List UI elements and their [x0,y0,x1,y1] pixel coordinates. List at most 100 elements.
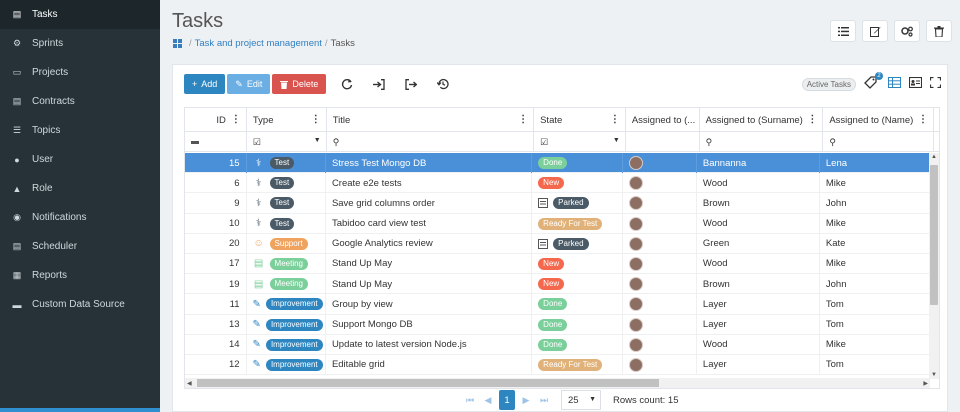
history-button[interactable] [430,74,456,94]
breadcrumb-link[interactable]: Task and project management [195,38,322,49]
cell-name[interactable]: Tom [820,354,930,375]
cell-state[interactable]: Done [532,153,624,173]
active-tasks-filter[interactable]: Active Tasks [801,77,856,91]
scroll-left-icon[interactable]: ◀ [187,380,192,387]
cell-id[interactable]: 19 [185,274,247,295]
cell-id[interactable]: 12 [185,354,247,375]
cell-surname[interactable]: Layer [697,314,820,335]
edit-button[interactable]: ✎ Edit [227,74,271,94]
table-row[interactable]: 14 ✎ Improvement Update to latest version N… [185,334,930,355]
cell-state[interactable]: Done [532,314,624,335]
edit-table-button[interactable] [862,20,888,42]
table-row[interactable]: 11 ✎ Improvement Group by view Done Layer Tom [185,294,930,315]
card-view-button[interactable] [908,76,923,91]
apps-grid-icon[interactable] [173,39,182,48]
sidebar-item-notifications[interactable]: ◉ Notifications [0,203,160,232]
column-menu-icon[interactable]: ⋮ [807,114,817,125]
filter-tags-button[interactable]: 2 [864,72,883,92]
cell-surname[interactable]: Bannanna [697,153,820,173]
column-menu-icon[interactable]: ⋮ [518,114,528,125]
cell-assignee-avatar[interactable] [623,314,697,335]
cell-name[interactable]: John [820,193,930,214]
table-row[interactable]: 19 ▤ Meeting Stand Up May New Brown John [185,274,930,295]
cell-surname[interactable]: Wood [697,334,820,355]
cell-surname[interactable]: Layer [697,294,820,315]
cell-state[interactable]: Parked [532,193,624,214]
cell-state[interactable]: Parked [532,233,624,254]
table-row[interactable]: 13 ✎ Improvement Support Mongo DB Done Layer T… [185,314,930,335]
cell-type[interactable]: ⚕ Test [247,213,326,234]
sidebar-item-projects[interactable]: ▭ Projects [0,58,160,87]
sidebar-item-role[interactable]: ▲ Role [0,174,160,203]
cell-title[interactable]: Stress Test Mongo DB [326,153,533,173]
cell-name[interactable]: Mike [820,213,930,234]
column-header-assigned-surname[interactable]: Assigned to (Surname) ⋮ [700,108,824,132]
add-button[interactable]: + Add [184,74,226,94]
refresh-button[interactable] [334,74,360,94]
filter-id[interactable] [185,132,247,152]
table-row[interactable]: 17 ▤ Meeting Stand Up May New Wood Mike [185,253,930,275]
table-row[interactable]: 20 ☺ Support Google Analytics review Parked G… [185,233,930,254]
cell-title[interactable]: Tabidoo card view test [326,213,533,234]
column-menu-icon[interactable]: ⋮ [610,114,620,125]
sidebar-item-reports[interactable]: ▦ Reports [0,261,160,290]
cell-state[interactable]: Done [532,294,624,315]
cell-title[interactable]: Group by view [326,294,533,315]
column-menu-icon[interactable]: ⋮ [231,114,241,125]
settings-button[interactable] [894,20,920,42]
last-page-icon[interactable]: ⏭ [537,390,551,410]
cell-name[interactable]: John [820,274,930,295]
fullscreen-button[interactable] [929,76,942,91]
column-header-type[interactable]: Type ⋮ [247,108,327,132]
cell-surname[interactable]: Wood [697,253,820,274]
delete-table-button[interactable] [926,20,952,42]
vertical-scrollbar[interactable]: ▲ ▼ [929,153,939,379]
cell-title[interactable]: Google Analytics review [326,233,533,254]
cell-state[interactable]: New [532,253,624,274]
cell-name[interactable]: Kate [820,233,930,254]
cell-id[interactable]: 6 [185,173,247,194]
cell-assignee-avatar[interactable] [623,334,697,355]
cell-type[interactable]: ▤ Meeting [247,274,326,295]
cell-id[interactable]: 13 [185,314,247,335]
cell-assignee-avatar[interactable] [623,193,697,214]
cell-title[interactable]: Save grid columns order [326,193,533,214]
cell-assignee-avatar[interactable] [623,173,697,194]
column-header-assigned-to[interactable]: Assigned to (... [626,108,700,132]
table-row[interactable]: 12 ✎ Improvement Editable grid Ready For Tes… [185,354,930,376]
prev-page-icon[interactable]: ◀ [481,390,495,410]
cell-state[interactable]: Ready For Test [532,354,624,375]
sidebar-item-contracts[interactable]: ▤ Contracts [0,87,160,116]
sidebar-item-scheduler[interactable]: ▤ Scheduler [0,232,160,261]
sidebar-item-topics[interactable]: ☰ Topics [0,116,160,145]
cell-assignee-avatar[interactable] [623,274,697,295]
cell-id[interactable]: 9 [185,193,247,214]
first-page-icon[interactable]: ⏮ [463,390,477,410]
cell-surname[interactable]: Brown [697,274,820,295]
cell-assignee-avatar[interactable] [623,233,697,254]
cell-id[interactable]: 17 [185,253,247,274]
scroll-down-icon[interactable]: ▼ [931,372,937,378]
cell-name[interactable]: Mike [820,334,930,355]
vertical-scroll-thumb[interactable] [930,165,938,305]
cell-state[interactable]: New [532,274,624,295]
cell-assignee-avatar[interactable] [623,253,697,274]
cell-id[interactable]: 11 [185,294,247,315]
filter-name[interactable]: ⚲ [823,132,935,152]
cell-surname[interactable]: Green [697,233,820,254]
cell-surname[interactable]: Layer [697,354,820,375]
filter-type[interactable]: ☑ ▼ [247,132,327,152]
import-button[interactable] [366,74,392,94]
column-header-id[interactable]: ID ⋮ [185,108,247,132]
cell-name[interactable]: Tom [820,294,930,315]
cell-type[interactable]: ✎ Improvement [247,334,326,355]
grid-view-button[interactable] [888,77,901,91]
cell-type[interactable]: ✎ Improvement [247,354,326,375]
page-size-select[interactable]: 25 ▼ [561,390,601,410]
table-row[interactable]: 10 ⚕ Test Tabidoo card view test Ready For T… [185,213,930,234]
cell-surname[interactable]: Wood [697,213,820,234]
cell-type[interactable]: ⚕ Test [247,173,326,194]
cell-type[interactable]: ⚕ Test [247,153,326,173]
sidebar-item-custom-data-source[interactable]: ▬ Custom Data Source [0,290,160,319]
scroll-right-icon[interactable]: ▶ [923,380,928,387]
